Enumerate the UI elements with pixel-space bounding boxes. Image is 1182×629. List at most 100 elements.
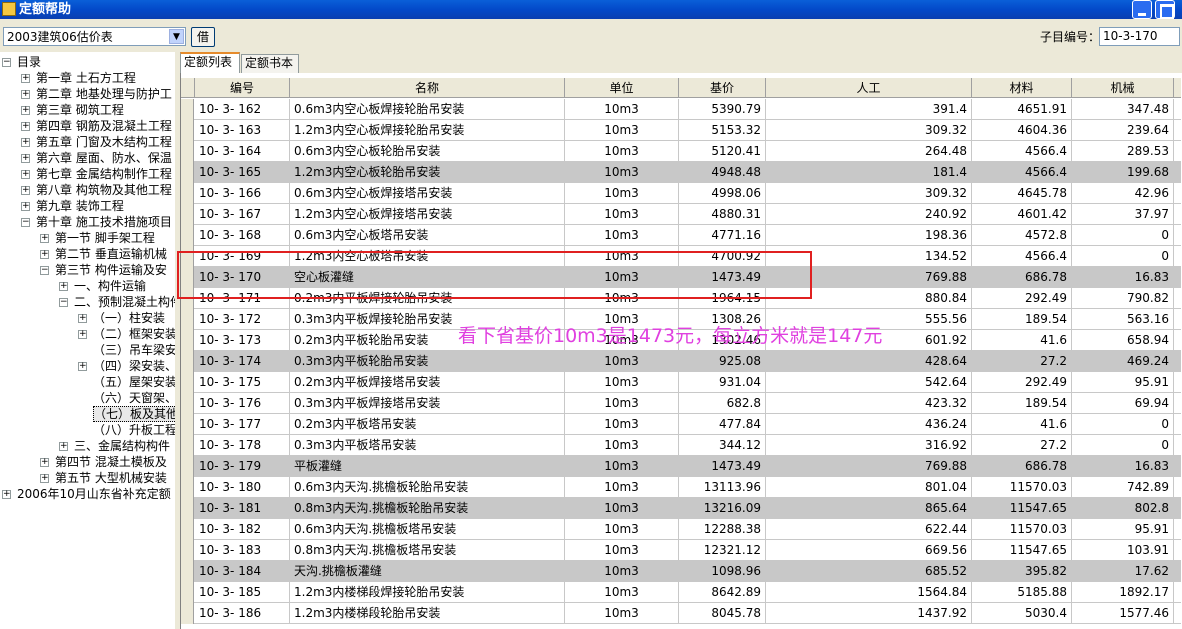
tree-item[interactable]: + （一）柱安装 [78, 310, 165, 326]
chapter-tree[interactable]: − 目录 + 第一章 土石方工程 + 第二章 地基处理与防护工 + 第三章 砌筑工程 + 第四章 … [0, 52, 175, 629]
expand-icon[interactable]: + [40, 458, 49, 467]
splitter[interactable] [175, 52, 179, 629]
tree-item[interactable]: + 第四节 混凝土模板及 [40, 454, 167, 470]
table-row[interactable]: 10- 3- 174 0.3m3内平板轮胎吊安装 10m3 925.08 428.64 2… [181, 351, 1181, 372]
table-row[interactable]: 10- 3- 179 平板灌缝 10m3 1473.49 769.88 686.78 16.… [181, 456, 1181, 477]
tree-item[interactable]: + 第九章 装饰工程 [21, 198, 124, 214]
column-header[interactable]: 材料 [972, 78, 1072, 98]
row-selector[interactable] [181, 141, 194, 162]
column-header[interactable]: 机械 [1072, 78, 1174, 98]
row-selector[interactable] [181, 456, 194, 477]
expand-icon[interactable]: + [21, 74, 30, 83]
table-row[interactable]: 10- 3- 184 天沟.挑檐板灌缝 10m3 1098.96 685.52 395.8… [181, 561, 1181, 582]
expand-icon[interactable]: + [21, 202, 30, 211]
tree-item[interactable]: +（三）吊车梁安 [78, 342, 175, 358]
row-selector[interactable] [181, 561, 194, 582]
expand-icon[interactable]: + [59, 282, 68, 291]
row-selector[interactable] [181, 603, 194, 624]
expand-icon[interactable]: + [78, 314, 87, 323]
tree-item[interactable]: + 第七章 金属结构制作工程 [21, 166, 172, 182]
tree-item[interactable]: + （四）梁安装、 [78, 358, 175, 374]
tree-item[interactable]: + 一、构件运输 [59, 278, 146, 294]
tree-item[interactable]: + 第三章 砌筑工程 [21, 102, 124, 118]
tree-item[interactable]: + 三、金属结构构件 [59, 438, 170, 454]
row-selector[interactable] [181, 372, 194, 393]
collapse-icon[interactable]: − [59, 298, 68, 307]
tree-item[interactable]: + 第五节 大型机械安装 [40, 470, 167, 486]
column-header[interactable]: 人工 [766, 78, 972, 98]
table-row[interactable]: 10- 3- 176 0.3m3内平板焊接塔吊安装 10m3 682.8 423.32 1… [181, 393, 1181, 414]
tree-item[interactable]: + 第二章 地基处理与防护工 [21, 86, 172, 102]
tree-item[interactable]: + 第一章 土石方工程 [21, 70, 136, 86]
table-row[interactable]: 10- 3- 186 1.2m3内楼梯段轮胎吊安装 10m3 8045.78 1437.… [181, 603, 1181, 624]
column-header[interactable]: 单位 [565, 78, 679, 98]
table-row[interactable]: 10- 3- 167 1.2m3内空心板焊接塔吊安装 10m3 4880.31 240.… [181, 204, 1181, 225]
table-row[interactable]: 10- 3- 163 1.2m3内空心板焊接轮胎吊安装 10m3 5153.32 309… [181, 120, 1181, 141]
row-selector[interactable] [181, 477, 194, 498]
expand-icon[interactable]: + [40, 234, 49, 243]
row-selector[interactable] [181, 351, 194, 372]
row-selector[interactable] [181, 225, 194, 246]
table-row[interactable]: 10- 3- 165 1.2m3内空心板轮胎吊安装 10m3 4948.48 181.4… [181, 162, 1181, 183]
expand-icon[interactable]: + [21, 154, 30, 163]
expand-icon[interactable]: + [78, 362, 87, 371]
expand-icon[interactable]: + [78, 330, 87, 339]
expand-icon[interactable]: + [21, 122, 30, 131]
expand-icon[interactable]: + [40, 474, 49, 483]
row-selector[interactable] [181, 99, 194, 120]
row-selector[interactable] [181, 519, 194, 540]
table-row[interactable]: 10- 3- 177 0.2m3内平板塔吊安装 10m3 477.84 436.24 41… [181, 414, 1181, 435]
collapse-icon[interactable]: − [21, 218, 30, 227]
expand-icon[interactable]: + [59, 442, 68, 451]
tree-item[interactable]: + 第二节 垂直运输机械 [40, 246, 167, 262]
row-selector[interactable] [181, 120, 194, 141]
table-row[interactable]: 10- 3- 180 0.6m3内天沟.挑檐板轮胎吊安装 10m3 13113.96 8… [181, 477, 1181, 498]
tree-item[interactable]: + 第一节 脚手架工程 [40, 230, 155, 246]
tree-item[interactable]: − 第三节 构件运输及安 [40, 262, 167, 278]
row-selector[interactable] [181, 414, 194, 435]
expand-icon[interactable]: + [21, 106, 30, 115]
table-row[interactable]: 10- 3- 175 0.2m3内平板焊接塔吊安装 10m3 931.04 542.64… [181, 372, 1181, 393]
row-selector[interactable] [181, 309, 194, 330]
table-row[interactable]: 10- 3- 185 1.2m3内楼梯段焊接轮胎吊安装 10m3 8642.89 156… [181, 582, 1181, 603]
row-selector[interactable] [181, 183, 194, 204]
expand-icon[interactable]: + [21, 186, 30, 195]
tree-item[interactable]: + 第五章 门窗及木结构工程 [21, 134, 172, 150]
sub-code-input[interactable]: 10-3-170 [1099, 27, 1180, 46]
expand-icon[interactable]: + [21, 90, 30, 99]
table-row[interactable]: 10- 3- 182 0.6m3内天沟.挑檐板塔吊安装 10m3 12288.38 62… [181, 519, 1181, 540]
tree-item[interactable]: +2006年10月山东省补充定额 [2, 486, 171, 502]
tree-item[interactable]: − 第十章 施工技术措施项目 [21, 214, 172, 230]
expand-icon[interactable]: + [40, 250, 49, 259]
tree-item[interactable]: − 目录 [2, 54, 41, 70]
borrow-button[interactable]: 借 [191, 27, 215, 47]
row-selector[interactable] [181, 435, 194, 456]
tab-quota-book[interactable]: 定额书本 [241, 54, 299, 73]
tree-item[interactable]: + （二）框架安装 [78, 326, 175, 342]
row-selector[interactable] [181, 162, 194, 183]
tab-quota-list[interactable]: 定额列表 [180, 52, 240, 73]
tree-item[interactable]: +（五）屋架安装 [78, 374, 175, 390]
tree-item[interactable]: + 第四章 钢筋及混凝土工程 [21, 118, 172, 134]
tree-item[interactable]: − 二、预制混凝土构件 [59, 294, 175, 310]
table-row[interactable]: 10- 3- 162 0.6m3内空心板焊接轮胎吊安装 10m3 5390.79 391… [181, 99, 1181, 120]
table-row[interactable]: 10- 3- 168 0.6m3内空心板塔吊安装 10m3 4771.16 198.36… [181, 225, 1181, 246]
expand-icon[interactable]: + [2, 490, 11, 499]
table-row[interactable]: 10- 3- 178 0.3m3内平板塔吊安装 10m3 344.12 316.92 27… [181, 435, 1181, 456]
table-row[interactable]: 10- 3- 183 0.8m3内天沟.挑檐板塔吊安装 10m3 12321.12 66… [181, 540, 1181, 561]
row-selector[interactable] [181, 330, 194, 351]
tree-item[interactable]: +（七）板及其他 [78, 406, 175, 422]
column-header[interactable]: 名称 [290, 78, 565, 98]
table-row[interactable]: 10- 3- 164 0.6m3内空心板轮胎吊安装 10m3 5120.41 264.4… [181, 141, 1181, 162]
column-header[interactable]: 编号 [195, 78, 290, 98]
maximize-button[interactable] [1155, 0, 1175, 19]
row-selector[interactable] [181, 393, 194, 414]
collapse-icon[interactable]: − [2, 58, 11, 67]
row-selector[interactable] [181, 540, 194, 561]
tree-item[interactable]: +（八）升板工程 [78, 422, 175, 438]
row-selector[interactable] [181, 498, 194, 519]
table-row[interactable]: 10- 3- 166 0.6m3内空心板焊接塔吊安装 10m3 4998.06 309.… [181, 183, 1181, 204]
expand-icon[interactable]: + [21, 170, 30, 179]
table-row[interactable]: 10- 3- 181 0.8m3内天沟.挑檐板轮胎吊安装 10m3 13216.09 8… [181, 498, 1181, 519]
expand-icon[interactable]: + [21, 138, 30, 147]
